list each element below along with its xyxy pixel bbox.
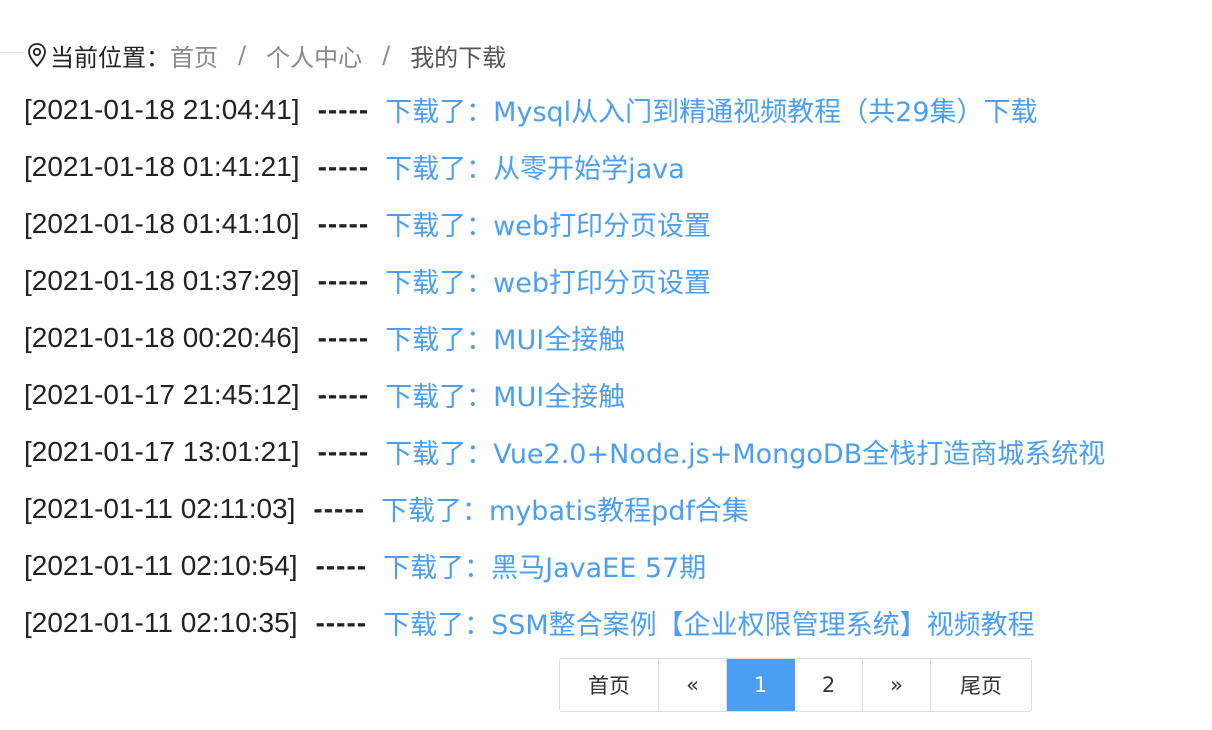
list-item: [2021-01-18 01:41:21] ----- 下载了：从零开始学jav…	[24, 138, 1204, 195]
record-link[interactable]: 下载了：SSM整合案例【企业权限管理系统】视频教程	[383, 603, 1035, 642]
record-time: [2021-01-11 02:10:54]	[24, 549, 298, 581]
page: 当前位置： 首页 / 个人中心 / 我的下载 [2021-01-18 21:04…	[0, 0, 1212, 730]
record-link[interactable]: 下载了：Vue2.0+Node.js+MongoDB全栈打造商城系统视	[385, 432, 1105, 471]
list-item: [2021-01-17 13:01:21] ----- 下载了：Vue2.0+N…	[24, 423, 1204, 480]
record-time: [2021-01-11 02:10:35]	[24, 606, 298, 638]
record-time: [2021-01-18 00:20:46]	[24, 321, 300, 353]
prev-page-button[interactable]: «	[659, 659, 727, 711]
record-link[interactable]: 下载了：从零开始学java	[385, 147, 685, 186]
first-page-button[interactable]: 首页	[560, 659, 659, 711]
record-dash: -----	[317, 321, 370, 353]
record-dash: -----	[317, 435, 370, 467]
list-item: [2021-01-17 21:45:12] ----- 下载了：MUI全接触	[24, 366, 1204, 423]
record-dash: -----	[317, 378, 370, 410]
record-dash: -----	[315, 606, 368, 638]
record-time: [2021-01-18 01:41:21]	[24, 150, 300, 182]
breadcrumb-current: 我的下载	[410, 43, 507, 72]
page-button-1[interactable]: 1	[727, 659, 795, 711]
breadcrumb-link-user-center[interactable]: 个人中心	[266, 38, 362, 73]
list-item: [2021-01-18 01:37:29] ----- 下载了：web打印分页设…	[24, 252, 1204, 309]
record-link[interactable]: 下载了：mybatis教程pdf合集	[381, 489, 749, 528]
record-dash: -----	[317, 264, 370, 296]
record-link[interactable]: 下载了：MUI全接触	[385, 318, 625, 357]
breadcrumb-separator: /	[238, 41, 247, 69]
pagination: 首页 « 1 2 » 尾页	[559, 658, 1032, 712]
breadcrumb: 当前位置： 首页 / 个人中心 / 我的下载	[26, 38, 506, 72]
page-button-2[interactable]: 2	[795, 659, 863, 711]
location-pin-icon	[26, 42, 48, 68]
record-time: [2021-01-18 21:04:41]	[24, 93, 300, 125]
list-item: [2021-01-11 02:10:35] ----- 下载了：SSM整合案例【…	[24, 594, 1204, 651]
list-item: [2021-01-18 00:20:46] ----- 下载了：MUI全接触	[24, 309, 1204, 366]
list-item: [2021-01-18 21:04:41] ----- 下载了：Mysql从入门…	[24, 81, 1204, 138]
list-item: [2021-01-18 01:41:10] ----- 下载了：web打印分页设…	[24, 195, 1204, 252]
record-link[interactable]: 下载了：web打印分页设置	[385, 261, 711, 300]
breadcrumb-label: 当前位置：	[50, 43, 170, 72]
record-link[interactable]: 下载了：MUI全接触	[385, 375, 625, 414]
download-record-list: [2021-01-18 21:04:41] ----- 下载了：Mysql从入门…	[24, 81, 1204, 651]
record-dash: -----	[317, 150, 370, 182]
record-link[interactable]: 下载了：web打印分页设置	[385, 204, 711, 243]
record-time: [2021-01-17 13:01:21]	[24, 435, 300, 467]
record-link[interactable]: 下载了：Mysql从入门到精通视频教程（共29集）下载	[385, 90, 1037, 129]
record-time: [2021-01-18 01:37:29]	[24, 264, 300, 296]
breadcrumb-link-home[interactable]: 首页	[170, 38, 218, 73]
list-item: [2021-01-11 02:11:03] ----- 下载了：mybatis教…	[24, 480, 1204, 537]
record-dash: -----	[315, 549, 368, 581]
divider	[0, 52, 24, 53]
list-item: [2021-01-11 02:10:54] ----- 下载了：黑马JavaEE…	[24, 537, 1204, 594]
breadcrumb-separator: /	[382, 41, 391, 69]
record-time: [2021-01-17 21:45:12]	[24, 378, 300, 410]
record-link[interactable]: 下载了：黑马JavaEE 57期	[383, 546, 706, 585]
record-dash: -----	[313, 492, 366, 524]
record-time: [2021-01-18 01:41:10]	[24, 207, 300, 239]
record-dash: -----	[317, 207, 370, 239]
next-page-button[interactable]: »	[863, 659, 931, 711]
record-dash: -----	[317, 93, 370, 125]
last-page-button[interactable]: 尾页	[931, 659, 1031, 711]
record-time: [2021-01-11 02:11:03]	[24, 492, 296, 524]
